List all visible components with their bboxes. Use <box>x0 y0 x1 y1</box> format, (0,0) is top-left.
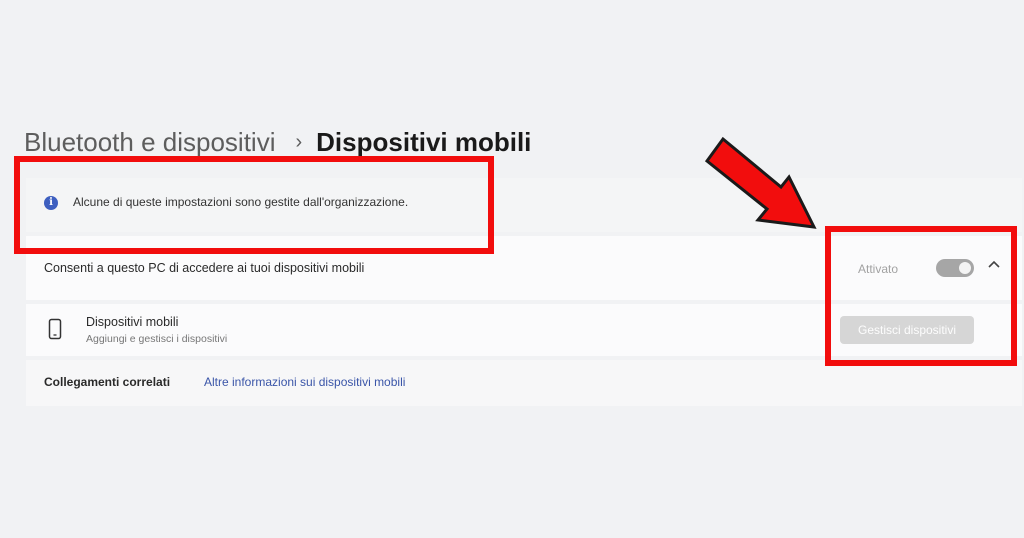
more-info-mobile-devices-link[interactable]: Altre informazioni sui dispositivi mobil… <box>204 375 405 389</box>
breadcrumb-parent-link[interactable]: Bluetooth e dispositivi <box>24 127 275 158</box>
red-highlight-box-toggle <box>825 226 1017 366</box>
page-title: Dispositivi mobili <box>316 126 532 157</box>
related-links-label: Collegamenti correlati <box>44 375 171 389</box>
breadcrumb-separator: › <box>295 130 303 153</box>
related-links-row: Collegamenti correlati Altre informazion… <box>26 360 1022 406</box>
red-highlight-box-info <box>14 156 494 254</box>
phone-icon <box>48 318 62 345</box>
allow-setting-label: Consenti a questo PC di accedere ai tuoi… <box>44 261 365 275</box>
breadcrumb: Bluetooth e dispositivi › Dispositivi mo… <box>24 124 531 160</box>
device-row-subtitle: Aggiungi e gestisci i dispositivi <box>86 333 228 345</box>
red-arrow-icon <box>704 136 817 229</box>
device-row-title: Dispositivi mobili <box>86 315 179 329</box>
